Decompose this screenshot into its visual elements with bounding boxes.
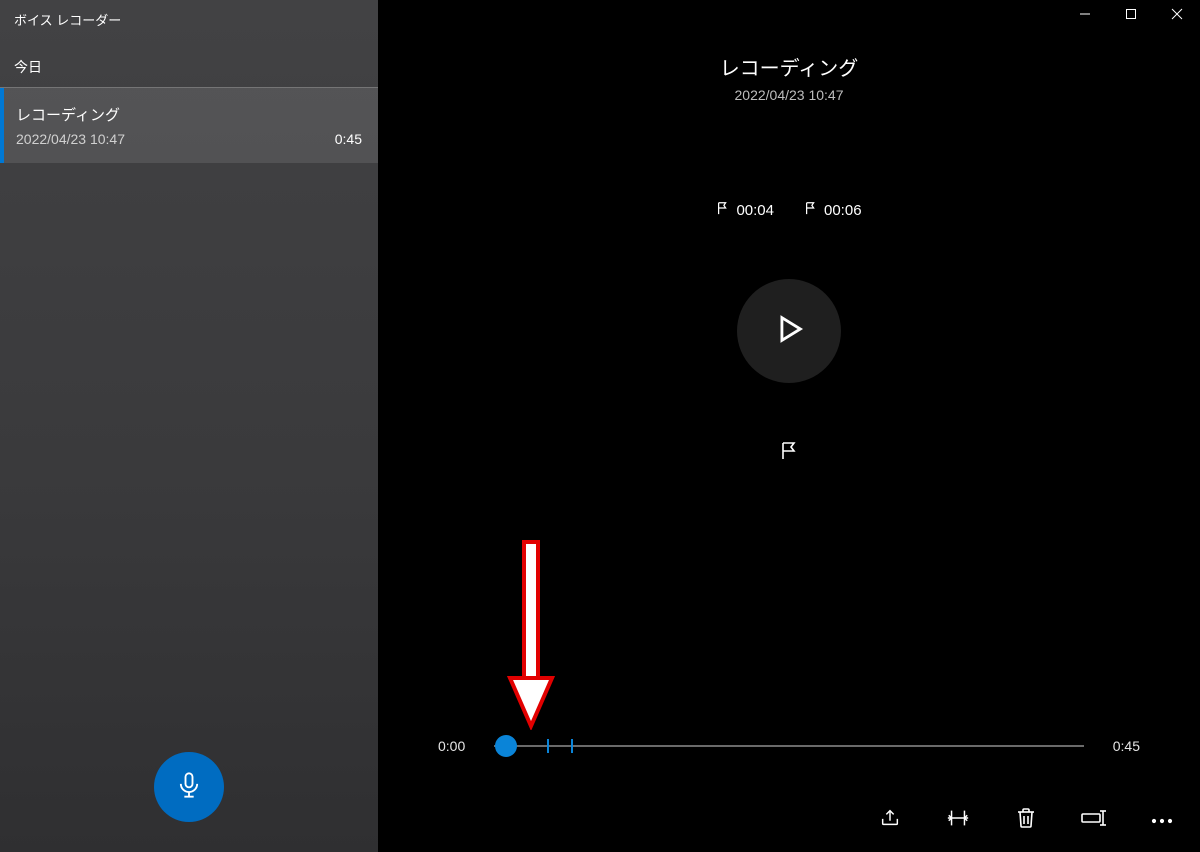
marker-item[interactable]: 00:04 [716, 201, 774, 219]
selection-accent [0, 88, 4, 163]
section-header-today: 今日 [0, 39, 378, 87]
marker-list: 00:04 00:06 [378, 201, 1200, 219]
timeline-thumb[interactable] [495, 735, 517, 757]
delete-icon [1016, 807, 1036, 834]
marker-time: 00:04 [736, 202, 774, 219]
more-icon [1151, 811, 1173, 829]
trim-icon [946, 807, 970, 834]
sidebar: ボイス レコーダー 今日 レコーディング 2022/04/23 10:47 0:… [0, 0, 378, 852]
recording-heading-subtitle: 2022/04/23 10:47 [378, 87, 1200, 103]
recording-heading-title: レコーディング [378, 52, 1200, 81]
play-icon [772, 312, 806, 351]
timeline: 0:00 0:45 [438, 738, 1140, 754]
recording-heading: レコーディング 2022/04/23 10:47 [378, 52, 1200, 103]
marker-item[interactable]: 00:06 [804, 201, 862, 219]
timeline-track[interactable] [494, 745, 1084, 747]
bottom-toolbar [876, 806, 1176, 834]
annotation-arrow [506, 540, 556, 730]
trim-button[interactable] [944, 806, 972, 834]
minimize-button[interactable] [1062, 0, 1108, 32]
timeline-total-time: 0:45 [1100, 738, 1140, 754]
recording-duration: 0:45 [335, 131, 362, 147]
recording-list-item[interactable]: レコーディング 2022/04/23 10:47 0:45 [0, 88, 378, 163]
flag-icon [716, 201, 730, 219]
maximize-button[interactable] [1108, 0, 1154, 32]
play-button[interactable] [737, 279, 841, 383]
app-title: ボイス レコーダー [0, 0, 378, 39]
flag-icon [779, 441, 799, 466]
record-button[interactable] [154, 752, 224, 822]
timeline-marker-tick[interactable] [547, 739, 549, 753]
window-controls [1062, 0, 1200, 32]
main-panel: レコーディング 2022/04/23 10:47 00:04 00:06 [378, 0, 1200, 852]
marker-time: 00:06 [824, 202, 862, 219]
timeline-current-time: 0:00 [438, 738, 478, 754]
minimize-icon [1079, 7, 1091, 25]
rename-icon [1081, 808, 1107, 833]
add-marker-button[interactable] [773, 437, 805, 469]
timeline-marker-tick[interactable] [571, 739, 573, 753]
mic-icon [175, 771, 203, 804]
delete-button[interactable] [1012, 806, 1040, 834]
maximize-icon [1125, 7, 1137, 25]
close-icon [1171, 7, 1183, 25]
share-icon [879, 807, 901, 834]
recording-title: レコーディング [16, 104, 362, 125]
close-button[interactable] [1154, 0, 1200, 32]
flag-icon [804, 201, 818, 219]
recording-date: 2022/04/23 10:47 [16, 131, 125, 147]
more-button[interactable] [1148, 806, 1176, 834]
share-button[interactable] [876, 806, 904, 834]
rename-button[interactable] [1080, 806, 1108, 834]
recording-list: レコーディング 2022/04/23 10:47 0:45 [0, 88, 378, 163]
